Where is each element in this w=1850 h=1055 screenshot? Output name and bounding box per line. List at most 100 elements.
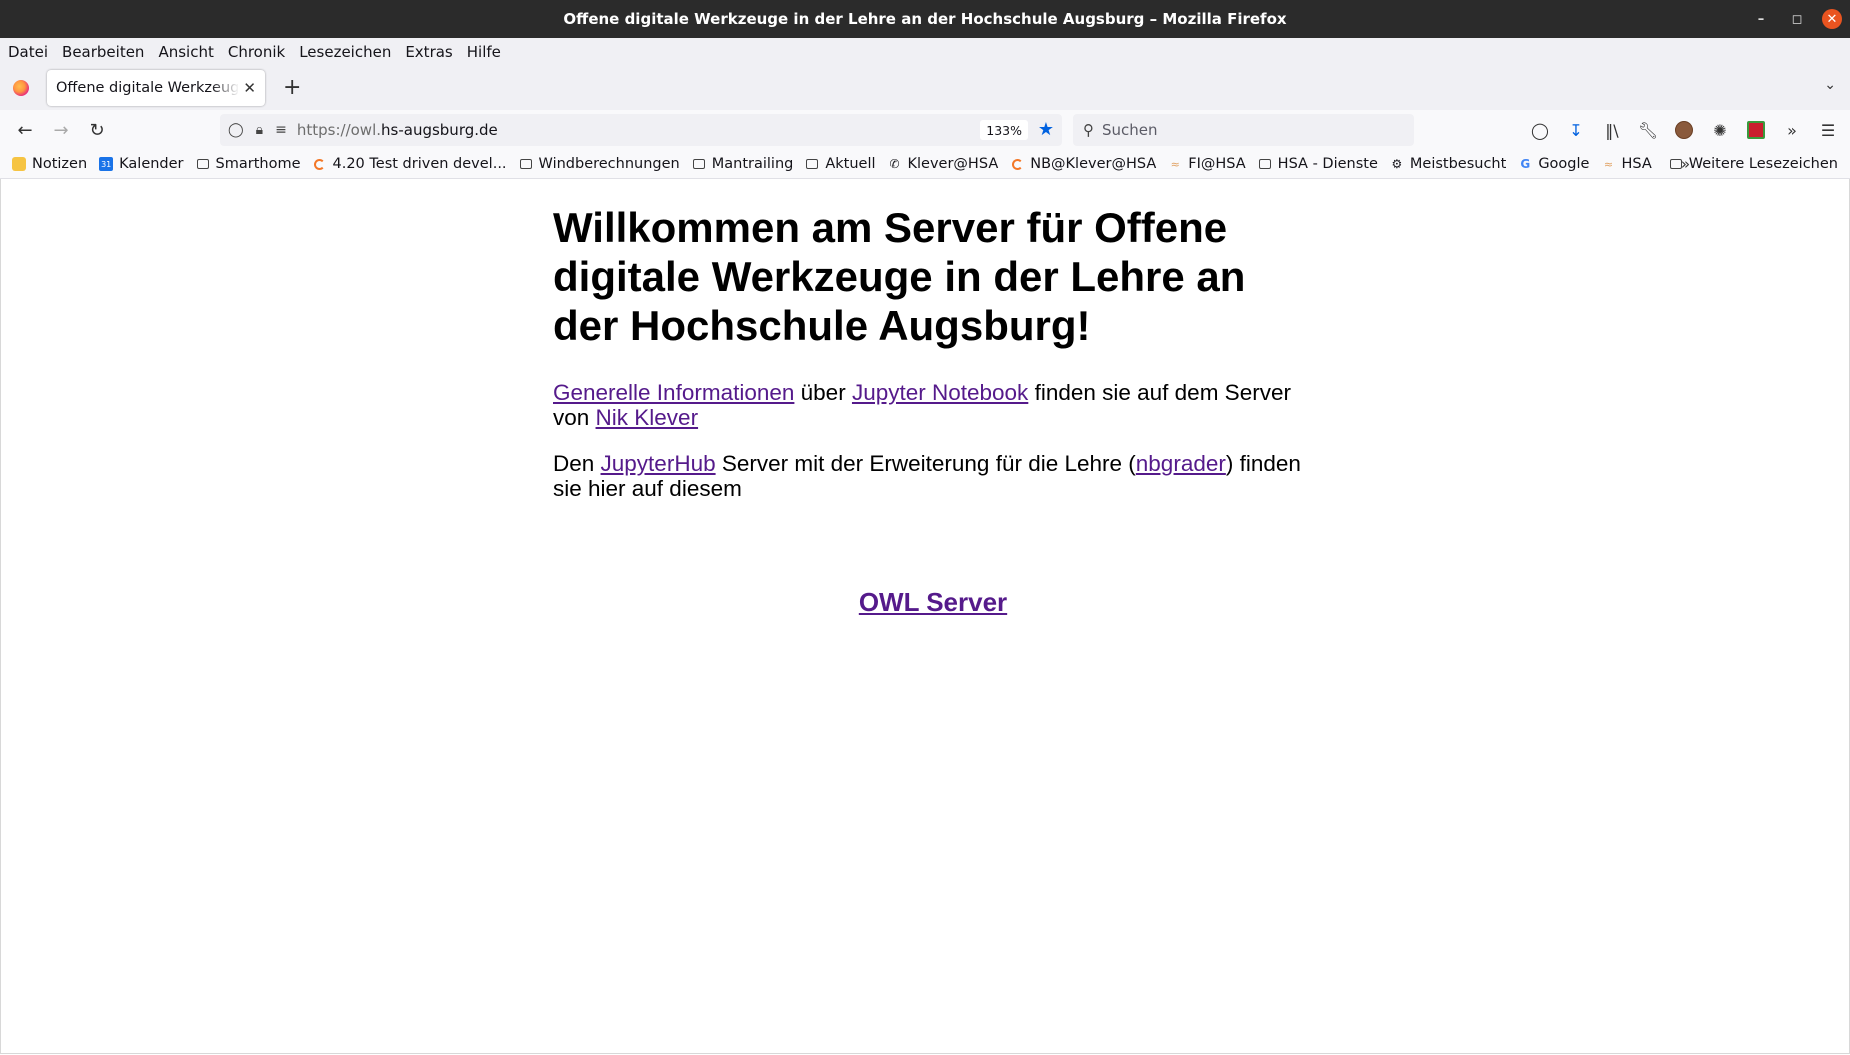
bookmark-notizen[interactable]: Notizen <box>12 156 87 172</box>
new-tab-icon[interactable]: + <box>283 75 301 100</box>
maximize-button[interactable]: ◻ <box>1786 8 1808 30</box>
bookmark-label: NB@Klever@HSA <box>1030 156 1157 172</box>
jupyter-icon <box>1010 157 1024 171</box>
permissions-icon[interactable]: ≡ <box>275 122 287 138</box>
google-icon: G <box>1520 157 1531 171</box>
forward-icon[interactable]: → <box>44 114 78 146</box>
bookmark-mantrailing[interactable]: Mantrailing <box>692 156 793 172</box>
menu-chronik[interactable]: Chronik <box>228 43 285 61</box>
gear-icon: ⚙ <box>1391 157 1403 171</box>
bookmark-hsa-dienste[interactable]: HSA - Dienste <box>1258 156 1378 172</box>
owl-server-container: OWL Server <box>553 587 1313 618</box>
minimize-button[interactable]: – <box>1750 8 1772 30</box>
firefox-view-icon[interactable] <box>13 79 29 96</box>
search-placeholder: Suchen <box>1102 121 1158 139</box>
bookmarks-bar: Notizen 31 Kalender Smarthome 4.20 Test d… <box>0 150 1850 179</box>
navigation-bar: ← → ↻ ◯ 🔒︎ ≡ https://owl.hs-augsburg.de … <box>0 110 1850 150</box>
overflow-chevron-icon[interactable]: » <box>1774 121 1810 140</box>
notes-icon <box>12 157 26 171</box>
bookmark-hsa[interactable]: ≈ HSA <box>1601 156 1652 172</box>
search-input[interactable]: ⚲ Suchen <box>1073 114 1414 146</box>
page-heading: Willkommen am Server für Offene digitale… <box>553 204 1246 349</box>
bookmark-label: Klever@HSA <box>907 156 999 172</box>
menu-bearbeiten[interactable]: Bearbeiten <box>62 43 144 61</box>
window-titlebar: Offene digitale Werkzeuge in der Lehre a… <box>0 0 1850 38</box>
hamburger-menu-icon[interactable]: ☰ <box>1810 121 1846 140</box>
folder-icon <box>196 157 210 171</box>
folder-icon <box>692 157 706 171</box>
folder-icon <box>519 157 533 171</box>
bookmark-meistbesucht[interactable]: ⚙ Meistbesucht <box>1390 156 1507 172</box>
reload-icon[interactable]: ↻ <box>80 114 114 146</box>
hsa-icon: ≈ <box>1170 157 1180 171</box>
hub-text-1: Den <box>553 451 601 476</box>
weitere-lesezeichen-label: Weitere Lesezeichen <box>1688 156 1838 172</box>
hsa-icon: ≈ <box>1603 157 1614 171</box>
downloads-icon[interactable]: ↧ <box>1558 121 1594 140</box>
bookmark-label: FI@HSA <box>1188 156 1246 172</box>
jupyter-notebook-link[interactable]: Jupyter Notebook <box>852 380 1028 405</box>
menu-lesezeichen[interactable]: Lesezeichen <box>299 43 391 61</box>
bookmark-label: 4.20 Test driven devel... <box>332 156 507 172</box>
url-text[interactable]: https://owl.hs-augsburg.de <box>297 121 498 139</box>
jupyterhub-paragraph: Den JupyterHub Server mit der Erweiterun… <box>553 451 1313 501</box>
bookmark-label: Kalender <box>119 156 184 172</box>
toolbar-buttons: ◯ ↧ ‖\ 🔧︎ ✺ » ☰ <box>1522 110 1850 150</box>
menu-extras[interactable]: Extras <box>405 43 452 61</box>
tab-strip: Offene digitale Werkzeuge in der Lehre a… <box>0 65 1850 110</box>
bookmark-weitere-lesezeichen[interactable]: Weitere Lesezeichen <box>1669 150 1838 178</box>
bookmark-star-icon[interactable]: ★ <box>1038 119 1054 140</box>
cookie-icon[interactable]: ✺ <box>1702 121 1738 140</box>
nbgrader-link[interactable]: nbgrader <box>1136 451 1226 476</box>
back-icon[interactable]: ← <box>8 114 42 146</box>
bookmark-aktuell[interactable]: Aktuell <box>805 156 876 172</box>
extension-icon[interactable] <box>1738 121 1774 139</box>
bookmark-test-driven[interactable]: 4.20 Test driven devel... <box>313 156 507 172</box>
url-bar[interactable]: ◯ 🔒︎ ≡ https://owl.hs-augsburg.de 133% ★ <box>220 114 1062 146</box>
phone-icon: ✆ <box>889 157 900 171</box>
bookmark-label: Windberechnungen <box>538 156 680 172</box>
account-avatar-icon[interactable] <box>1666 121 1702 139</box>
bookmark-label: HSA - Dienste <box>1277 156 1378 172</box>
pocket-icon[interactable]: ◯ <box>1522 121 1558 140</box>
tab-active[interactable]: Offene digitale Werkzeuge in der Lehre a… <box>47 69 265 106</box>
nik-klever-link[interactable]: Nik Klever <box>596 405 699 430</box>
library-icon[interactable]: ‖\ <box>1594 121 1630 140</box>
bookmark-windberechnungen[interactable]: Windberechnungen <box>519 156 680 172</box>
chevron-down-icon[interactable]: ⌄ <box>1824 77 1836 93</box>
close-window-button[interactable]: ✕ <box>1822 9 1842 29</box>
menu-bar: Datei Bearbeiten Ansicht Chronik Lesezei… <box>0 38 1850 65</box>
jupyterhub-link[interactable]: JupyterHub <box>601 451 716 476</box>
page-content: Willkommen am Server für Offene digitale… <box>553 203 1313 618</box>
bookmark-label: Meistbesucht <box>1409 156 1507 172</box>
tab-title: Offene digitale Werkzeuge in der Lehre a… <box>56 79 240 96</box>
menu-hilfe[interactable]: Hilfe <box>467 43 501 61</box>
bookmark-kalender[interactable]: 31 Kalender <box>99 156 184 172</box>
wrench-icon[interactable]: 🔧︎ <box>1630 121 1666 140</box>
bookmark-label: Smarthome <box>215 156 301 172</box>
url-prefix: https://owl. <box>296 121 382 139</box>
bookmark-nb-klever-hsa[interactable]: NB@Klever@HSA <box>1010 156 1156 172</box>
lock-icon[interactable]: 🔒︎ <box>256 122 263 138</box>
bookmark-label: HSA <box>1621 156 1652 172</box>
window-controls: – ◻ ✕ <box>1750 0 1842 38</box>
menu-datei[interactable]: Datei <box>8 43 48 61</box>
url-domain: hs-augsburg.de <box>381 121 498 139</box>
bookmark-google[interactable]: G Google <box>1518 156 1589 172</box>
close-tab-icon[interactable]: ✕ <box>243 79 256 97</box>
bookmark-label: Notizen <box>32 156 88 172</box>
hub-text-2: Server mit der Erweiterung für die Lehre… <box>715 451 1136 476</box>
folder-icon <box>1258 157 1272 171</box>
tracking-shield-icon[interactable]: ◯ <box>228 122 244 138</box>
bookmark-fi-hsa[interactable]: ≈ FI@HSA <box>1168 156 1246 172</box>
bookmark-smarthome[interactable]: Smarthome <box>196 156 301 172</box>
folder-icon <box>1669 157 1683 171</box>
bookmark-klever-hsa[interactable]: ✆ Klever@HSA <box>888 156 999 172</box>
folder-icon <box>805 157 819 171</box>
bookmark-label: Google <box>1538 156 1590 172</box>
zoom-level-badge[interactable]: 133% <box>980 120 1028 140</box>
menu-ansicht[interactable]: Ansicht <box>158 43 213 61</box>
info-text-1: über <box>794 380 852 405</box>
owl-server-link[interactable]: OWL Server <box>859 587 1007 617</box>
general-info-link[interactable]: Generelle Informationen <box>553 380 794 405</box>
